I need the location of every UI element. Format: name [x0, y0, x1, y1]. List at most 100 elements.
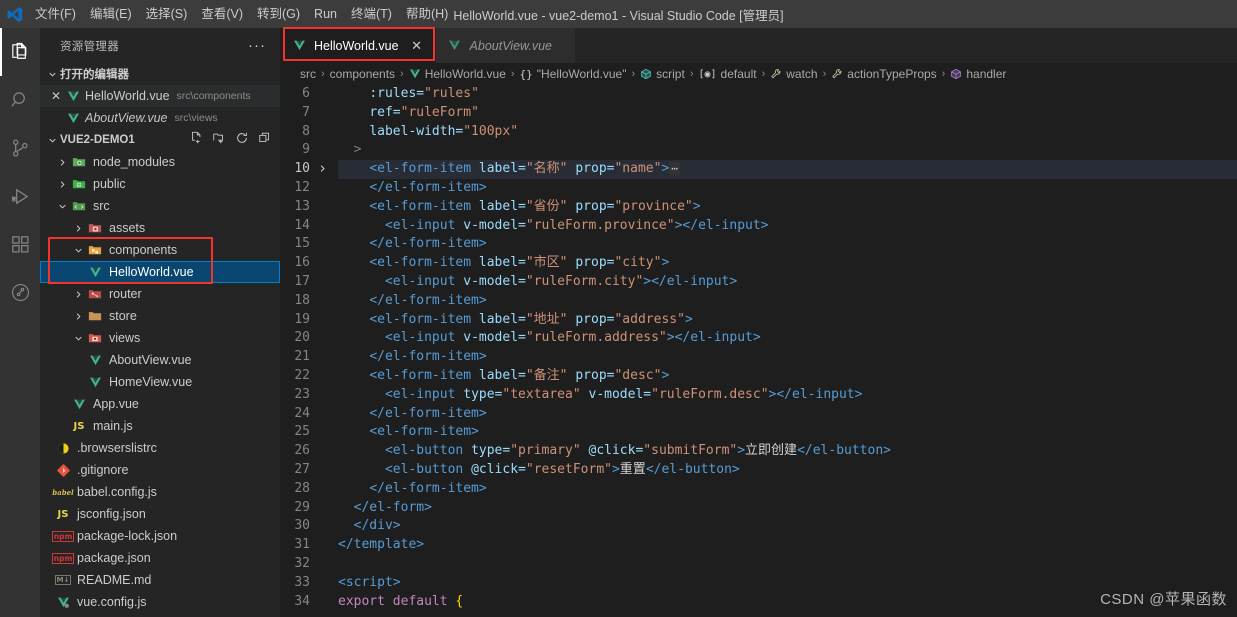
line-number: 25 — [294, 424, 310, 440]
sidebar-more-actions-button[interactable]: ··· — [242, 38, 272, 53]
activity-extensions-button[interactable] — [0, 220, 40, 268]
code-line[interactable]: <el-form-item label="市区" prop="city"> — [338, 254, 1237, 273]
tree-item-public[interactable]: public — [40, 173, 280, 195]
tree-item-main-js[interactable]: JS main.js — [40, 415, 280, 437]
code-token: @click= — [463, 461, 526, 477]
code-line[interactable]: </el-form> — [338, 499, 1237, 518]
breadcrumb-item-actiontypeprops[interactable]: actionTypeProps — [831, 67, 937, 81]
code-token: "ruleForm" — [400, 104, 479, 120]
code-line[interactable]: <el-form-item label="地址" prop="address"> — [338, 311, 1237, 330]
breadcrumb-item-helloworld-vue[interactable]: HelloWorld.vue — [409, 67, 506, 81]
menu-terminal[interactable]: 终端(T) — [344, 3, 399, 25]
menu-run[interactable]: Run — [307, 3, 344, 25]
tree-item-babel-config[interactable]: babel babel.config.js — [40, 481, 280, 503]
breadcrumb-item-watch[interactable]: watch — [770, 67, 818, 81]
open-editor-item-helloworld[interactable]: ✕ HelloWorld.vue src\components — [40, 85, 280, 107]
code-line[interactable]: </el-form-item> — [338, 348, 1237, 367]
code-token: ></el-input> — [768, 386, 863, 402]
line-number: 30 — [294, 518, 310, 534]
code-line[interactable]: :rules="rules" — [338, 85, 1237, 104]
code-line[interactable]: <el-input v-model="ruleForm.province"></… — [338, 217, 1237, 236]
menu-selection[interactable]: 选择(S) — [139, 3, 195, 25]
tab-helloworld-vue[interactable]: HelloWorld.vue ✕ — [280, 28, 436, 63]
new-folder-icon[interactable] — [212, 131, 226, 150]
tree-item-views[interactable]: views — [40, 327, 280, 349]
breadcrumb-item-default[interactable]: [◉] default — [698, 67, 756, 81]
tree-item-homeview-vue[interactable]: HomeView.vue — [40, 371, 280, 393]
close-icon[interactable]: ✕ — [48, 89, 64, 103]
tree-item-src[interactable]: src — [40, 195, 280, 217]
folder-views-icon — [86, 331, 104, 345]
tree-item-vue-config[interactable]: vue.config.js — [40, 591, 280, 613]
tree-item-router[interactable]: router — [40, 283, 280, 305]
line-number: 19 — [294, 311, 310, 327]
activity-search-button[interactable] — [0, 76, 40, 124]
breadcrumb-item-object[interactable]: {} "HelloWorld.vue" — [520, 67, 627, 81]
code-token: <el-form-item — [369, 311, 472, 327]
activity-run-debug-button[interactable] — [0, 172, 40, 220]
menu-file[interactable]: 文件(F) — [28, 3, 83, 25]
activity-testing-button[interactable] — [0, 268, 40, 316]
code-line[interactable]: <el-input v-model="ruleForm.city"></el-i… — [338, 273, 1237, 292]
code-editor[interactable]: 6 7 8 91012 13 14 15 16 17 18 19 20 21 22 23 24 25 26 27 28… — [280, 85, 1237, 617]
code-line[interactable]: </el-form-item> — [338, 235, 1237, 254]
code-line[interactable]: <el-button @click="resetForm">重置</el-but… — [338, 461, 1237, 480]
open-editors-section-header[interactable]: 打开的编辑器 — [40, 63, 280, 85]
tree-item-browserslistrc[interactable]: .browserslistrc — [40, 437, 280, 459]
breadcrumb-item-components[interactable]: components — [330, 67, 395, 81]
refresh-icon[interactable] — [235, 131, 249, 150]
tree-item-store[interactable]: store — [40, 305, 280, 327]
menu-view[interactable]: 查看(V) — [194, 3, 250, 25]
code-line[interactable]: <el-form-item label="省份" prop="province"… — [338, 198, 1237, 217]
editor-vertical-scrollbar[interactable] — [1227, 85, 1237, 617]
code-line[interactable]: </el-form-item> — [338, 405, 1237, 424]
open-editor-name: HelloWorld.vue — [85, 89, 170, 103]
code-line[interactable] — [338, 555, 1237, 574]
tab-label: HelloWorld.vue — [314, 38, 399, 53]
code-line[interactable]: <el-form-item label="备注" prop="desc"> — [338, 367, 1237, 386]
tab-aboutview-vue[interactable]: AboutView.vue — [435, 28, 576, 63]
code-line[interactable]: <el-input type="textarea" v-model="ruleF… — [338, 386, 1237, 405]
code-line[interactable]: > — [338, 141, 1237, 160]
breadcrumb-item-script[interactable]: script — [640, 67, 685, 81]
code-line[interactable]: </div> — [338, 517, 1237, 536]
close-icon[interactable]: ✕ — [409, 38, 425, 54]
tree-item-gitignore[interactable]: .gitignore — [40, 459, 280, 481]
tree-item-package-lock[interactable]: npm package-lock.json — [40, 525, 280, 547]
tree-item-readme[interactable]: M↓ README.md — [40, 569, 280, 591]
code-line[interactable]: ref="ruleForm" — [338, 104, 1237, 123]
activity-source-control-button[interactable] — [0, 124, 40, 172]
breadcrumb-item-handler[interactable]: handler — [950, 67, 1006, 81]
tree-item-app-vue[interactable]: App.vue — [40, 393, 280, 415]
project-root-header[interactable]: VUE2-DEMO1 — [40, 129, 280, 151]
code-line[interactable]: label-width="100px" — [338, 123, 1237, 142]
tree-item-helloworld-vue[interactable]: HelloWorld.vue — [40, 261, 280, 283]
new-file-icon[interactable] — [189, 131, 203, 150]
code-line[interactable]: <el-input v-model="ruleForm.address"></e… — [338, 329, 1237, 348]
line-number: 21 — [294, 349, 310, 365]
menu-edit[interactable]: 编辑(E) — [83, 3, 139, 25]
tree-item-assets[interactable]: assets — [40, 217, 280, 239]
tree-item-aboutview-vue[interactable]: AboutView.vue — [40, 349, 280, 371]
breadcrumb-item-src[interactable]: src — [300, 67, 316, 81]
code-line[interactable]: <el-form-item> — [338, 423, 1237, 442]
code-line[interactable]: </el-form-item> — [338, 292, 1237, 311]
code-content[interactable]: :rules="rules" ref="ruleForm" label-widt… — [332, 85, 1237, 617]
tree-item-package-json[interactable]: npm package.json — [40, 547, 280, 569]
menu-go[interactable]: 转到(G) — [250, 3, 307, 25]
menu-help[interactable]: 帮助(H) — [399, 3, 455, 25]
code-line[interactable]: <el-button type="primary" @click="submit… — [338, 442, 1237, 461]
testing-beaker-icon — [9, 281, 32, 304]
code-line[interactable]: </template> — [338, 536, 1237, 555]
code-line[interactable]: </el-form-item> — [338, 179, 1237, 198]
tree-item-jsconfig[interactable]: JS jsconfig.json — [40, 503, 280, 525]
activity-explorer-button[interactable] — [0, 28, 40, 76]
tree-item-components[interactable]: components — [40, 239, 280, 261]
tree-item-node-modules[interactable]: node_modules — [40, 151, 280, 173]
code-line[interactable]: </el-form-item> — [338, 480, 1237, 499]
breadcrumb-label: "HelloWorld.vue" — [536, 67, 627, 81]
code-line[interactable]: <el-form-item label="名称" prop="name"> ⋯ — [338, 160, 1237, 179]
open-editor-item-aboutview[interactable]: AboutView.vue src\views — [40, 107, 280, 129]
vscode-logo-icon — [0, 0, 28, 28]
collapse-all-icon[interactable] — [258, 131, 272, 150]
